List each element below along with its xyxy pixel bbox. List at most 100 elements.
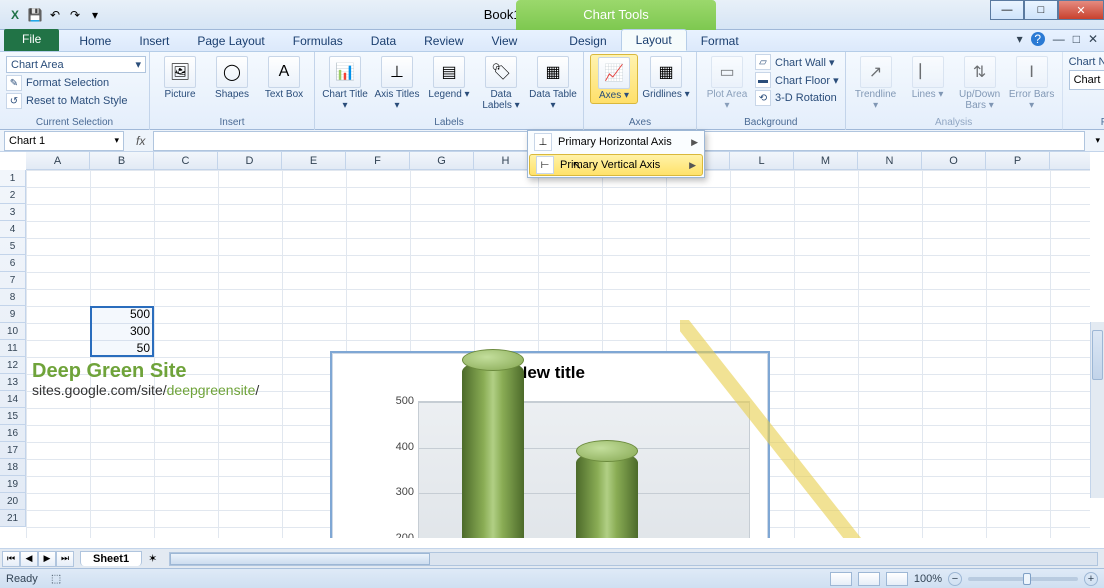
chart-title-button[interactable]: 📊Chart Title ▾ xyxy=(321,54,369,113)
nav-next-icon[interactable]: ▶ xyxy=(38,551,56,567)
formula-expand-icon[interactable]: ▾ xyxy=(1091,135,1104,146)
view-normal-button[interactable] xyxy=(830,572,852,586)
row-header-13[interactable]: 13 xyxy=(0,374,25,391)
shapes-button[interactable]: ◯Shapes xyxy=(208,54,256,102)
sheet-nav-buttons[interactable]: ⏮ ◀ ▶ ⏭ xyxy=(0,551,76,567)
error-bars-button[interactable]: ⅠError Bars ▾ xyxy=(1008,54,1056,113)
name-box[interactable]: Chart 1▾ xyxy=(4,131,124,151)
lines-button[interactable]: ⎸Lines ▾ xyxy=(904,54,952,102)
row-header-5[interactable]: 5 xyxy=(0,238,25,255)
horizontal-scrollbar[interactable] xyxy=(169,552,1098,566)
menu-primary-horizontal-axis[interactable]: ⊥ Primary Horizontal Axis ▶ xyxy=(528,131,704,153)
row-header-12[interactable]: 12 xyxy=(0,357,25,374)
fx-icon[interactable]: fx xyxy=(128,134,153,148)
picture-button[interactable]: 🖼Picture xyxy=(156,54,204,102)
chart-name-input[interactable] xyxy=(1069,70,1104,90)
reset-style-button[interactable]: ↺Reset to Match Style xyxy=(6,93,143,109)
save-icon[interactable]: 💾 xyxy=(26,6,44,24)
scrollbar-thumb[interactable] xyxy=(170,553,430,565)
row-headers[interactable]: 123456789101112131415161718192021 xyxy=(0,170,26,527)
chart-element-dropdown[interactable]: Chart Area▾ xyxy=(6,56,146,73)
col-header-P[interactable]: P xyxy=(986,152,1050,169)
row-header-19[interactable]: 19 xyxy=(0,476,25,493)
worksheet-grid[interactable]: ABCDEFGHIJKLMNOP 12345678910111213141516… xyxy=(0,152,1104,538)
col-header-A[interactable]: A xyxy=(26,152,90,169)
chart-bar-1[interactable] xyxy=(462,349,524,538)
col-header-E[interactable]: E xyxy=(282,152,346,169)
row-header-10[interactable]: 10 xyxy=(0,323,25,340)
undo-icon[interactable]: ↶ xyxy=(46,6,64,24)
col-header-N[interactable]: N xyxy=(858,152,922,169)
tab-data[interactable]: Data xyxy=(357,31,410,51)
row-header-20[interactable]: 20 xyxy=(0,493,25,510)
row-header-16[interactable]: 16 xyxy=(0,425,25,442)
tab-file[interactable]: File xyxy=(4,29,59,51)
view-page-break-button[interactable] xyxy=(886,572,908,586)
workbook-restore-icon[interactable]: □ xyxy=(1073,32,1080,46)
axis-titles-button[interactable]: ⊥Axis Titles ▾ xyxy=(373,54,421,113)
tab-design[interactable]: Design xyxy=(555,31,620,51)
macro-record-icon[interactable]: ⬚ xyxy=(51,573,61,585)
tab-format[interactable]: Format xyxy=(687,31,753,51)
chart-wall-button[interactable]: ▱Chart Wall ▾ xyxy=(755,54,839,70)
tab-layout[interactable]: Layout xyxy=(621,29,687,51)
plot-area[interactable]: 0100200300400500 xyxy=(380,401,750,538)
col-header-B[interactable]: B xyxy=(90,152,154,169)
redo-icon[interactable]: ↷ xyxy=(66,6,84,24)
scrollbar-thumb[interactable] xyxy=(1092,330,1103,380)
row-header-2[interactable]: 2 xyxy=(0,187,25,204)
embedded-chart[interactable]: New title 0100200300400500 xyxy=(330,351,770,538)
nav-prev-icon[interactable]: ◀ xyxy=(20,551,38,567)
tab-insert[interactable]: Insert xyxy=(125,31,183,51)
row-header-8[interactable]: 8 xyxy=(0,289,25,306)
chart-floor-button[interactable]: ▬Chart Floor ▾ xyxy=(755,72,839,88)
vertical-scrollbar[interactable] xyxy=(1090,322,1104,498)
plot-area-button[interactable]: ▭Plot Area ▾ xyxy=(703,54,751,113)
chart-bar-2[interactable] xyxy=(576,440,638,538)
zoom-in-button[interactable]: + xyxy=(1084,572,1098,586)
col-header-C[interactable]: C xyxy=(154,152,218,169)
row-header-17[interactable]: 17 xyxy=(0,442,25,459)
tab-review[interactable]: Review xyxy=(410,31,477,51)
nav-last-icon[interactable]: ⏭ xyxy=(56,551,74,567)
tab-view[interactable]: View xyxy=(478,31,532,51)
row-header-6[interactable]: 6 xyxy=(0,255,25,272)
maximize-button[interactable]: □ xyxy=(1024,0,1058,20)
view-page-layout-button[interactable] xyxy=(858,572,880,586)
ribbon-minimize-icon[interactable]: ▾ xyxy=(1017,32,1023,46)
zoom-slider[interactable] xyxy=(968,577,1078,581)
col-header-M[interactable]: M xyxy=(794,152,858,169)
format-selection-button[interactable]: ✎Format Selection xyxy=(6,75,143,91)
row-header-21[interactable]: 21 xyxy=(0,510,25,527)
updown-bars-button[interactable]: ⇅Up/Down Bars ▾ xyxy=(956,54,1004,113)
new-sheet-icon[interactable]: ✶ xyxy=(142,552,163,565)
qat-dropdown-icon[interactable]: ▾ xyxy=(86,6,104,24)
col-header-O[interactable]: O xyxy=(922,152,986,169)
row-header-15[interactable]: 15 xyxy=(0,408,25,425)
axes-button[interactable]: 📈Axes ▾ xyxy=(590,54,638,104)
nav-first-icon[interactable]: ⏮ xyxy=(2,551,20,567)
row-header-9[interactable]: 9 xyxy=(0,306,25,323)
tab-page-layout[interactable]: Page Layout xyxy=(183,31,278,51)
trendline-button[interactable]: ↗Trendline ▾ xyxy=(852,54,900,113)
sheet-tab-sheet1[interactable]: Sheet1 xyxy=(80,551,142,566)
3d-rotation-button[interactable]: ⟲3-D Rotation xyxy=(755,90,839,106)
col-header-G[interactable]: G xyxy=(410,152,474,169)
workbook-minimize-icon[interactable]: — xyxy=(1053,32,1065,46)
row-header-3[interactable]: 3 xyxy=(0,204,25,221)
close-button[interactable]: ✕ xyxy=(1058,0,1104,20)
cell-b11[interactable]: 50 xyxy=(90,340,154,357)
data-table-button[interactable]: ▦Data Table ▾ xyxy=(529,54,577,113)
minimize-button[interactable]: — xyxy=(990,0,1024,20)
row-header-11[interactable]: 11 xyxy=(0,340,25,357)
workbook-close-icon[interactable]: ✕ xyxy=(1088,32,1098,46)
row-header-14[interactable]: 14 xyxy=(0,391,25,408)
gridlines-button[interactable]: ▦Gridlines ▾ xyxy=(642,54,690,102)
col-header-D[interactable]: D xyxy=(218,152,282,169)
tab-formulas[interactable]: Formulas xyxy=(279,31,357,51)
row-header-7[interactable]: 7 xyxy=(0,272,25,289)
chart-title[interactable]: New title xyxy=(332,353,768,383)
zoom-slider-thumb[interactable] xyxy=(1023,573,1031,585)
row-header-18[interactable]: 18 xyxy=(0,459,25,476)
y-axis[interactable]: 0100200300400500 xyxy=(380,401,418,538)
